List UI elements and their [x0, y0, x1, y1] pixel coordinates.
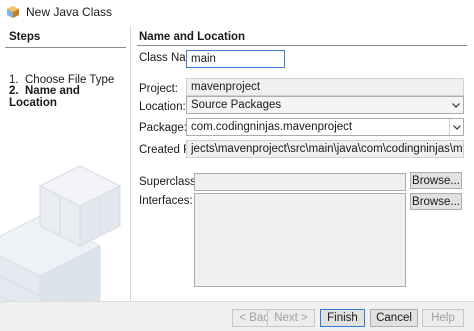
- finish-button[interactable]: Finish: [320, 309, 365, 327]
- steps-divider: [5, 47, 126, 48]
- netbeans-cube-icon: [7, 6, 19, 18]
- chevron-down-icon[interactable]: [449, 97, 463, 113]
- package-combobox[interactable]: com.codingninjas.mavenproject: [186, 118, 464, 136]
- project-field: mavenproject: [186, 78, 464, 96]
- project-label: Project:: [139, 83, 178, 95]
- steps-panel: Steps 1. Choose File Type 2. Name and Loca…: [0, 26, 131, 301]
- button-bar: < Back Next > Finish Cancel Help: [0, 301, 474, 331]
- help-button[interactable]: Help: [422, 309, 464, 327]
- package-label: Package:: [139, 122, 187, 134]
- section-title: Name and Location: [139, 31, 246, 43]
- package-value[interactable]: com.codingninjas.mavenproject: [191, 121, 352, 133]
- location-value: Source Packages: [191, 99, 282, 111]
- window-title: New Java Class: [26, 5, 113, 19]
- superclass-browse-button[interactable]: Browse...: [410, 172, 462, 189]
- location-label: Location:: [139, 101, 186, 113]
- interfaces-browse-button[interactable]: Browse...: [410, 193, 462, 210]
- section-divider: [137, 45, 467, 46]
- created-file-field: jects\mavenproject\src\main\java\com\cod…: [186, 140, 464, 158]
- interfaces-list: [194, 193, 406, 287]
- cube-watermark-icon: [0, 165, 122, 301]
- superclass-field: [194, 173, 406, 191]
- location-dropdown[interactable]: Source Packages: [186, 96, 464, 114]
- next-button[interactable]: Next >: [267, 309, 315, 327]
- class-name-input[interactable]: main: [186, 50, 285, 68]
- cancel-button[interactable]: Cancel: [370, 309, 418, 327]
- step-name-and-location: 2. Name and Location: [9, 85, 130, 109]
- title-bar: New Java Class: [0, 0, 474, 24]
- chevron-down-icon[interactable]: [449, 119, 463, 135]
- interfaces-label: Interfaces:: [139, 195, 193, 207]
- steps-heading: Steps: [9, 31, 41, 43]
- step-number: 2.: [9, 85, 19, 97]
- superclass-label: Superclass:: [139, 176, 200, 188]
